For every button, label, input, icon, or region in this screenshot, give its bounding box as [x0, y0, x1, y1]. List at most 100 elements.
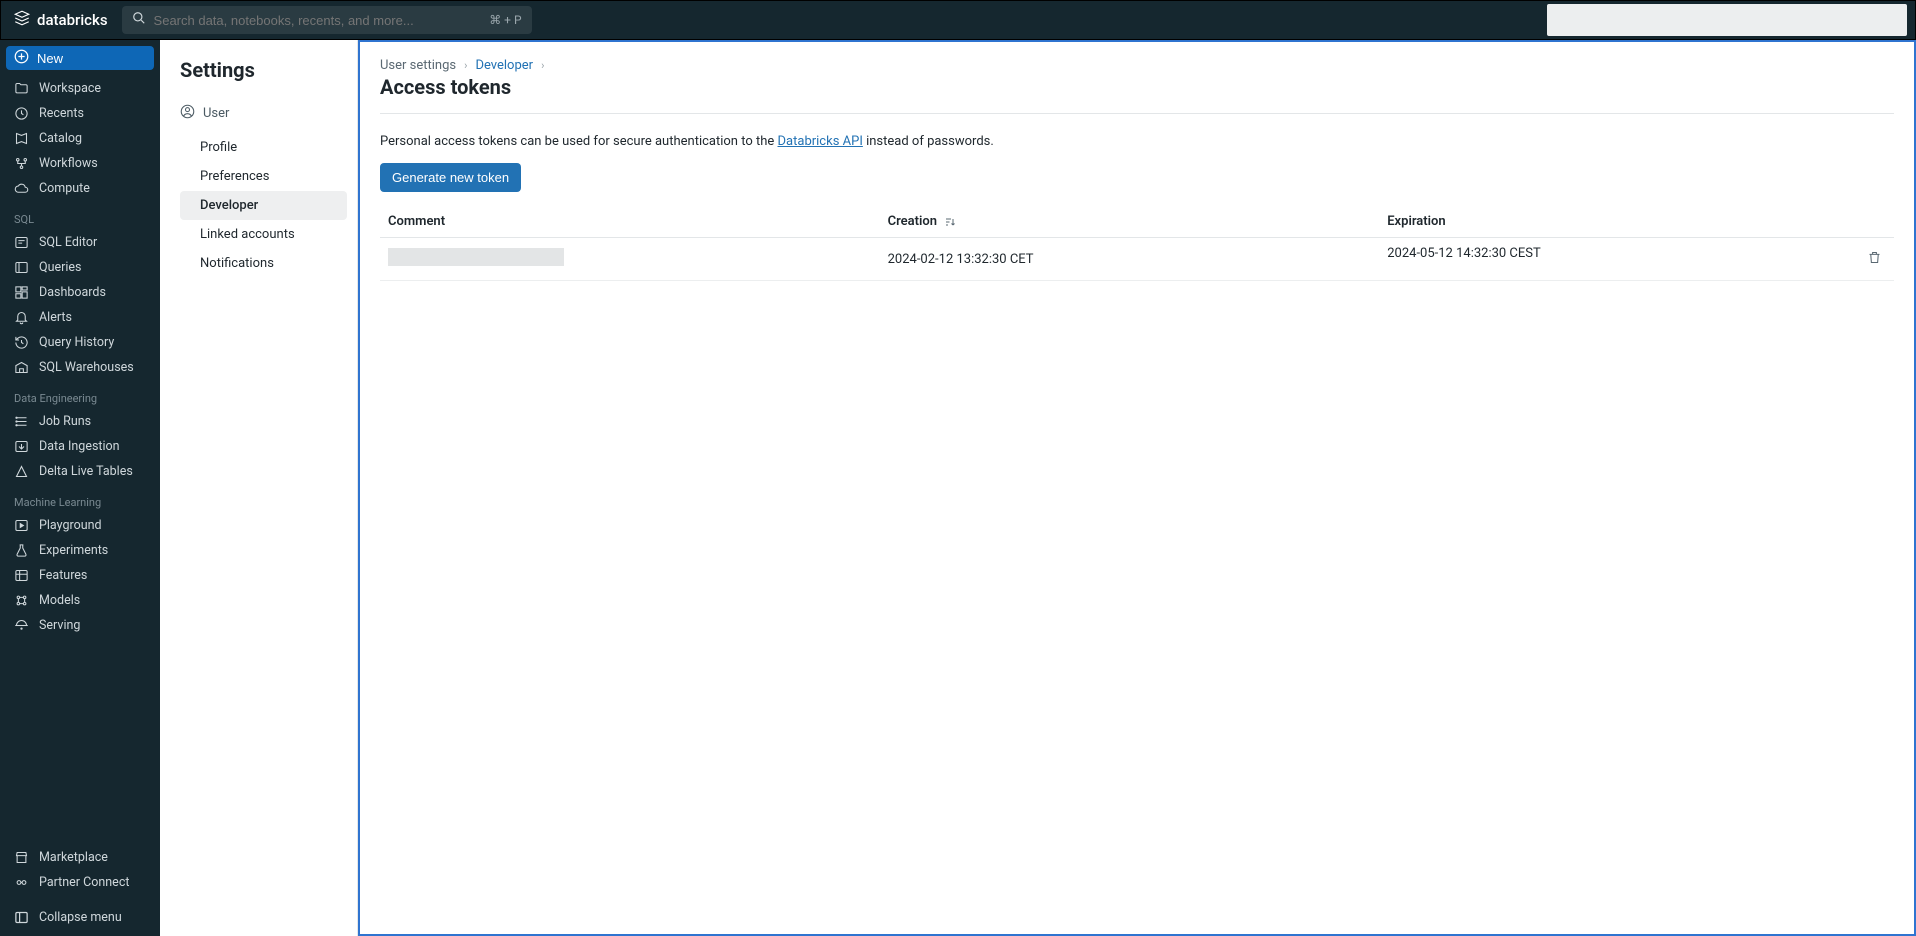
sidebar-item-label: Query History [39, 335, 114, 350]
sidebar-item-label: SQL Editor [39, 235, 97, 250]
folder-icon [14, 81, 29, 96]
description: Personal access tokens can be used for s… [380, 134, 1894, 149]
global-search[interactable]: ⌘ + P [122, 6, 532, 34]
partner-icon [14, 875, 29, 890]
databricks-api-link[interactable]: Databricks API [778, 134, 863, 149]
breadcrumb: User settings › Developer › [380, 58, 1894, 73]
breadcrumb-root: User settings [380, 58, 456, 73]
col-comment[interactable]: Comment [380, 206, 880, 238]
chevron-right-icon: › [464, 59, 467, 72]
sidebar-item-experiments[interactable]: Experiments [0, 538, 160, 563]
sidebar-item-partner-connect[interactable]: Partner Connect [0, 870, 160, 895]
sidebar-item-label: Data Ingestion [39, 439, 120, 454]
sidebar-item-label: SQL Warehouses [39, 360, 134, 375]
sidebar-section-machine-learning: Machine Learning [0, 484, 160, 513]
sidebar-item-sql-editor[interactable]: SQL Editor [0, 230, 160, 255]
settings-item-preferences[interactable]: Preferences [180, 162, 347, 191]
sidebar-item-features[interactable]: Features [0, 563, 160, 588]
settings-item-notifications[interactable]: Notifications [180, 249, 347, 278]
sidebar-item-label: Dashboards [39, 285, 106, 300]
ingest-icon [14, 439, 29, 454]
features-icon [14, 568, 29, 583]
sidebar-item-label: Experiments [39, 543, 108, 558]
sidebar-item-label: Workflows [39, 156, 98, 171]
token-expiration: 2024-05-12 14:32:30 CEST [1379, 238, 1894, 281]
bell-icon [14, 310, 29, 325]
store-icon [14, 850, 29, 865]
play-icon [14, 518, 29, 533]
cloud-icon [14, 181, 29, 196]
table-row: 2024-02-12 13:32:30 CET 2024-05-12 14:32… [380, 238, 1894, 281]
generate-token-button[interactable]: Generate new token [380, 163, 521, 192]
sidebar-item-label: Queries [39, 260, 81, 275]
editor-icon [14, 235, 29, 250]
settings-group-user: User [180, 100, 347, 127]
chevron-right-icon: › [541, 59, 544, 72]
col-expiration[interactable]: Expiration [1379, 206, 1894, 238]
token-creation: 2024-02-12 13:32:30 CET [880, 238, 1380, 281]
sidebar-item-label: Alerts [39, 310, 72, 325]
sidebar-item-label: Workspace [39, 81, 101, 96]
warehouse-icon [14, 360, 29, 375]
sidebar-item-label: Partner Connect [39, 875, 129, 890]
models-icon [14, 593, 29, 608]
dashboard-icon [14, 285, 29, 300]
breadcrumb-developer[interactable]: Developer [475, 58, 533, 73]
sidebar-item-label: Compute [39, 181, 90, 196]
sidebar-item-catalog[interactable]: Catalog [0, 126, 160, 151]
settings-panel: Settings User ProfilePreferencesDevelope… [160, 40, 358, 936]
sidebar-item-job-runs[interactable]: Job Runs [0, 409, 160, 434]
sort-desc-icon [944, 216, 956, 228]
delete-token-button[interactable] [1863, 246, 1886, 272]
settings-title: Settings [180, 58, 347, 82]
history-icon [14, 335, 29, 350]
main-content: User settings › Developer › Access token… [358, 40, 1916, 936]
sidebar-item-workflows[interactable]: Workflows [0, 151, 160, 176]
sidebar-item-data-ingestion[interactable]: Data Ingestion [0, 434, 160, 459]
search-icon [132, 11, 146, 29]
flow-icon [14, 156, 29, 171]
new-button-label: New [37, 51, 63, 66]
sidebar-item-queries[interactable]: Queries [0, 255, 160, 280]
collapse-icon [14, 910, 29, 925]
sidebar-item-label: Delta Live Tables [39, 464, 133, 479]
sidebar-item-label: Playground [39, 518, 102, 533]
new-button[interactable]: New [6, 46, 154, 70]
sidebar-section-data-engineering: Data Engineering [0, 380, 160, 409]
sidebar-item-compute[interactable]: Compute [0, 176, 160, 201]
col-creation[interactable]: Creation [880, 206, 1380, 238]
sidebar-item-label: Job Runs [39, 414, 91, 429]
search-input[interactable] [154, 13, 482, 28]
settings-item-linked-accounts[interactable]: Linked accounts [180, 220, 347, 249]
collapse-menu[interactable]: Collapse menu [0, 905, 160, 930]
brand-text: databricks [37, 11, 108, 29]
sidebar-item-workspace[interactable]: Workspace [0, 76, 160, 101]
tokens-table: Comment Creation Expiration 2024-02-12 1… [380, 206, 1894, 281]
sidebar-item-query-history[interactable]: Query History [0, 330, 160, 355]
runs-icon [14, 414, 29, 429]
clock-icon [14, 106, 29, 121]
sidebar-item-marketplace[interactable]: Marketplace [0, 845, 160, 870]
sidebar: New Workspace Recents Catalog Workflows Comp… [0, 40, 160, 936]
sidebar-item-models[interactable]: Models [0, 588, 160, 613]
sidebar-item-delta-live-tables[interactable]: Delta Live Tables [0, 459, 160, 484]
sidebar-item-recents[interactable]: Recents [0, 101, 160, 126]
sidebar-item-dashboards[interactable]: Dashboards [0, 280, 160, 305]
topbar-right-placeholder [1547, 4, 1907, 36]
delta-icon [14, 464, 29, 479]
sidebar-item-label: Serving [39, 618, 80, 633]
flask-icon [14, 543, 29, 558]
user-icon [180, 104, 195, 123]
page-title: Access tokens [380, 75, 1894, 99]
settings-item-developer[interactable]: Developer [180, 191, 347, 220]
sidebar-item-playground[interactable]: Playground [0, 513, 160, 538]
settings-item-profile[interactable]: Profile [180, 133, 347, 162]
logo[interactable]: databricks [9, 9, 112, 31]
sidebar-item-label: Recents [39, 106, 84, 121]
sidebar-item-serving[interactable]: Serving [0, 613, 160, 638]
token-comment-masked [388, 248, 564, 266]
book-icon [14, 131, 29, 146]
sidebar-item-alerts[interactable]: Alerts [0, 305, 160, 330]
sidebar-item-sql-warehouses[interactable]: SQL Warehouses [0, 355, 160, 380]
divider [380, 113, 1894, 114]
